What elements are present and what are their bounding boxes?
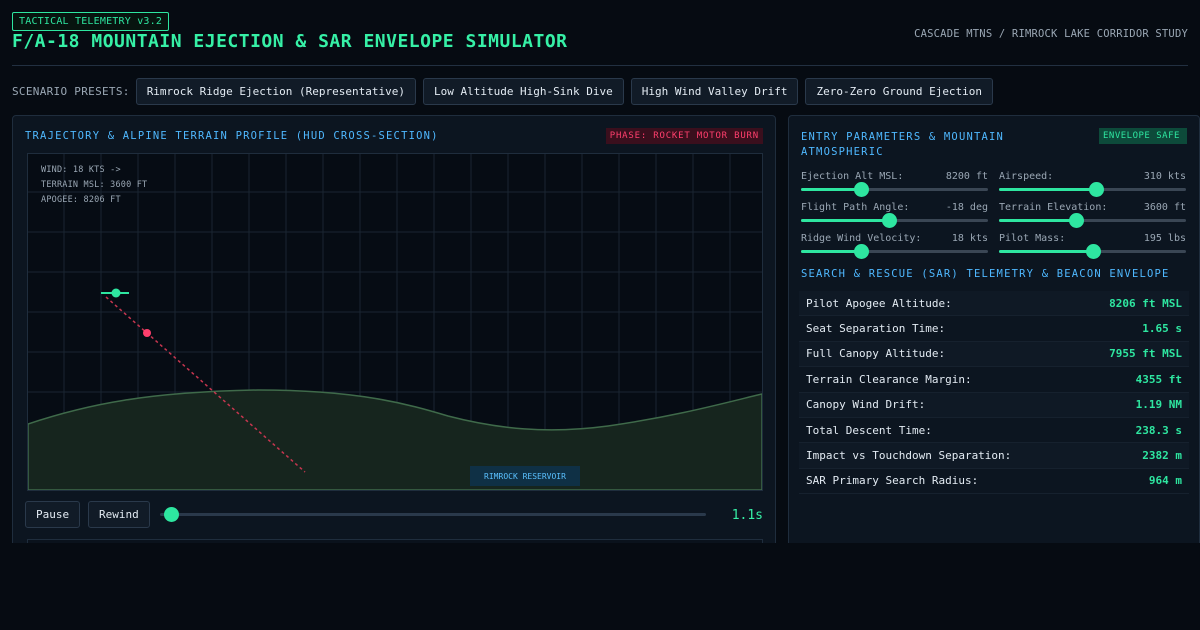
telemetry-row: Terrain Clearance Margin: 4355 ft	[799, 367, 1189, 393]
time-readout: 1.1s	[731, 508, 763, 523]
telemetry-value: 4355 ft	[1135, 372, 1182, 386]
telemetry-value: 2382 m	[1142, 449, 1182, 463]
slider-label: Flight Path Angle:	[801, 202, 910, 213]
envelope-status-badge: ENVELOPE SAFE	[1099, 128, 1187, 144]
hud-apogee-readout: APOGEE: 8206 FT	[41, 195, 121, 205]
slider-pilot-mass: Pilot Mass: 195 lbs	[999, 233, 1186, 259]
telemetry-row: Seat Separation Time: 1.65 s	[799, 316, 1189, 342]
parameters-panel: ENTRY PARAMETERS & MOUNTAIN ATMOSPHERIC …	[788, 115, 1200, 557]
slider-fill	[999, 219, 1076, 222]
page-title: F/A-18 MOUNTAIN EJECTION & SAR ENVELOPE …	[12, 31, 568, 52]
trajectory-panel: TRAJECTORY & ALPINE TERRAIN PROFILE (HUD…	[12, 115, 776, 557]
aircraft-icon	[111, 288, 121, 298]
header-divider	[12, 65, 1188, 66]
slider-airspeed: Airspeed: 310 kts	[999, 171, 1186, 197]
slider-terrain-elevation: Terrain Elevation: 3600 ft	[999, 202, 1186, 228]
parameters-panel-title: ENTRY PARAMETERS & MOUNTAIN ATMOSPHERIC	[801, 131, 1005, 158]
telemetry-value: 7955 ft MSL	[1109, 347, 1182, 361]
telemetry-label: Impact vs Touchdown Separation:	[806, 449, 1012, 463]
slider-flight-path-angle: Flight Path Angle: -18 deg	[801, 202, 988, 228]
scenario-presets: SCENARIO PRESETS: Rimrock Ridge Ejection…	[12, 78, 1000, 105]
airspeed-slider-handle[interactable]	[1089, 182, 1105, 197]
hud-wind-readout: WIND: 18 KTS ->	[41, 165, 121, 175]
slider-fill	[999, 250, 1093, 253]
preset-zero-zero-button[interactable]: Zero-Zero Ground Ejection	[805, 78, 994, 105]
slider-label: Airspeed:	[999, 171, 1054, 182]
pause-button[interactable]: Pause	[25, 501, 81, 528]
telemetry-value: 964 m	[1148, 474, 1182, 488]
telemetry-label: SAR Primary Search Radius:	[806, 474, 979, 488]
slider-label: Ejection Alt MSL:	[801, 171, 904, 182]
telemetry-label: Full Canopy Altitude:	[806, 347, 946, 361]
telemetry-row: Pilot Apogee Altitude: 8206 ft MSL	[799, 291, 1189, 317]
terrain-elevation-slider[interactable]	[999, 219, 1186, 222]
terrain-profile-graphic	[28, 154, 762, 490]
ejection-alt-slider-handle[interactable]	[853, 182, 869, 197]
slider-value: 8200 ft	[945, 171, 988, 182]
page-bottom-area	[0, 543, 1200, 630]
telemetry-value: 1.19 NM	[1135, 398, 1182, 412]
slider-label: Ridge Wind Velocity:	[801, 233, 922, 244]
telemetry-label: Pilot Apogee Altitude:	[806, 296, 952, 310]
trajectory-panel-title: TRAJECTORY & ALPINE TERRAIN PROFILE (HUD…	[25, 130, 439, 142]
rewind-button[interactable]: Rewind	[88, 501, 150, 528]
timeline-slider[interactable]	[160, 513, 706, 516]
slider-value: 195 lbs	[1143, 233, 1186, 244]
terrain-elevation-slider-handle[interactable]	[1068, 213, 1084, 228]
sar-telemetry-table: Pilot Apogee Altitude: 8206 ft MSL Seat S…	[799, 291, 1189, 495]
slider-ridge-wind: Ridge Wind Velocity: 18 kts	[801, 233, 988, 259]
slider-label: Terrain Elevation:	[999, 202, 1108, 213]
telemetry-label: Total Descent Time:	[806, 423, 932, 437]
preset-high-wind-button[interactable]: High Wind Valley Drift	[630, 78, 799, 105]
pilot-position-icon	[143, 329, 151, 337]
slider-value: 310 kts	[1143, 171, 1186, 182]
telemetry-row: SAR Primary Search Radius: 964 m	[799, 469, 1189, 495]
telemetry-row: Canopy Wind Drift: 1.19 NM	[799, 392, 1189, 418]
pilot-mass-slider-handle[interactable]	[1085, 244, 1101, 259]
telemetry-row: Impact vs Touchdown Separation: 2382 m	[799, 443, 1189, 469]
preset-low-altitude-button[interactable]: Low Altitude High-Sink Dive	[422, 78, 624, 105]
telemetry-label: Canopy Wind Drift:	[806, 398, 926, 412]
slider-value: 3600 ft	[1143, 202, 1186, 213]
slider-label: Pilot Mass:	[999, 233, 1066, 244]
telemetry-value: 8206 ft MSL	[1109, 296, 1182, 310]
telemetry-label: Terrain Clearance Margin:	[806, 372, 972, 386]
ridge-wind-slider-handle[interactable]	[853, 244, 869, 259]
presets-label: SCENARIO PRESETS:	[12, 85, 130, 98]
slider-ejection-alt: Ejection Alt MSL: 8200 ft	[801, 171, 988, 197]
hud-cross-section: WIND: 18 KTS -> TERRAIN MSL: 3600 FT APO…	[27, 153, 763, 491]
ridge-wind-slider[interactable]	[801, 250, 988, 253]
sar-section-title: SEARCH & RESCUE (SAR) TELEMETRY & BEACON…	[801, 268, 1170, 280]
telemetry-value: 238.3 s	[1135, 423, 1182, 437]
flight-path-angle-slider-handle[interactable]	[881, 213, 897, 228]
telemetry-row: Full Canopy Altitude: 7955 ft MSL	[799, 341, 1189, 368]
ejection-alt-slider[interactable]	[801, 188, 988, 191]
timeline-slider-handle[interactable]	[163, 507, 179, 522]
slider-fill	[801, 250, 861, 253]
terrain-profile	[28, 389, 762, 490]
slider-fill	[801, 219, 889, 222]
version-tag: TACTICAL TELEMETRY v3.2	[12, 12, 170, 31]
hud-terrain-readout: TERRAIN MSL: 3600 FT	[41, 180, 148, 190]
phase-badge: PHASE: ROCKET MOTOR BURN	[605, 128, 763, 144]
preset-rimrock-ridge-button[interactable]: Rimrock Ridge Ejection (Representative)	[135, 78, 416, 105]
reservoir-label: RIMROCK RESERVOIR	[470, 466, 580, 486]
telemetry-label: Seat Separation Time:	[806, 322, 946, 336]
slider-fill	[801, 188, 861, 191]
telemetry-value: 1.65 s	[1142, 322, 1182, 336]
telemetry-row: Total Descent Time: 238.3 s	[799, 418, 1189, 444]
slider-value: -18 deg	[945, 202, 988, 213]
slider-value: 18 kts	[951, 233, 988, 244]
study-subtitle: CASCADE MTNS / RIMROCK LAKE CORRIDOR STU…	[914, 28, 1188, 40]
slider-fill	[999, 188, 1097, 191]
